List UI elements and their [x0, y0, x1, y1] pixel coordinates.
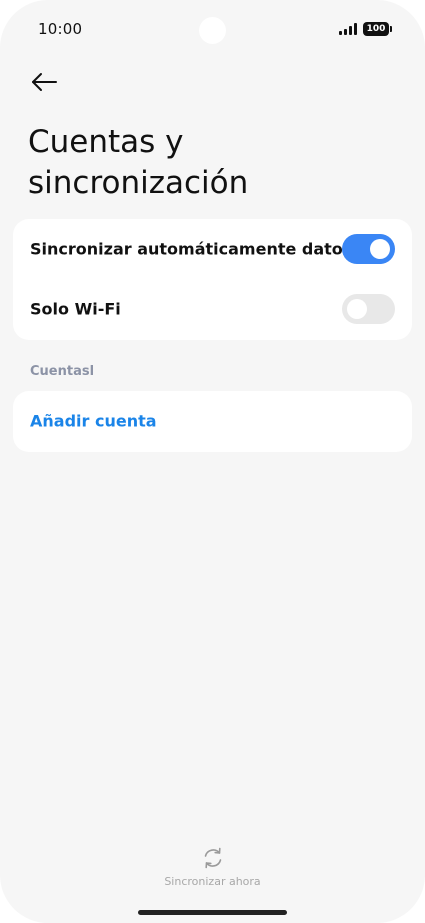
battery-icon: 100: [363, 22, 392, 36]
toggle-knob: [347, 299, 367, 319]
accounts-section-header: Cuentasl: [30, 364, 95, 379]
auto-sync-toggle[interactable]: [342, 234, 395, 264]
signal-icon: [339, 23, 357, 35]
add-account-row[interactable]: Añadir cuenta: [13, 391, 412, 451]
status-bar: 10:00 100: [0, 0, 425, 60]
back-button[interactable]: [26, 64, 62, 100]
status-time: 10:00: [38, 20, 83, 38]
wifi-only-label: Solo Wi-Fi: [30, 299, 121, 319]
wifi-only-row[interactable]: Solo Wi-Fi: [13, 279, 412, 339]
accounts-card: Añadir cuenta: [13, 391, 412, 452]
arrow-left-icon: [32, 73, 57, 91]
auto-sync-row[interactable]: Sincronizar automáticamente datos: [13, 219, 412, 279]
sync-now-button[interactable]: Sincronizar ahora: [152, 845, 273, 893]
wifi-only-toggle[interactable]: [342, 294, 395, 324]
auto-sync-label: Sincronizar automáticamente datos: [30, 239, 353, 259]
sync-settings-card: Sincronizar automáticamente datos Solo W…: [13, 219, 412, 340]
add-account-link[interactable]: Añadir cuenta: [30, 412, 157, 431]
sync-now-label: Sincronizar ahora: [164, 875, 261, 888]
toggle-knob: [370, 239, 390, 259]
sync-icon: [204, 847, 222, 869]
settings-screen: 10:00 100 Cuentas y sincronización Sincr…: [0, 0, 425, 923]
home-indicator[interactable]: [138, 910, 287, 915]
front-camera: [199, 17, 226, 44]
status-indicators: 100: [339, 22, 392, 36]
page-title: Cuentas y sincronización: [28, 124, 249, 201]
